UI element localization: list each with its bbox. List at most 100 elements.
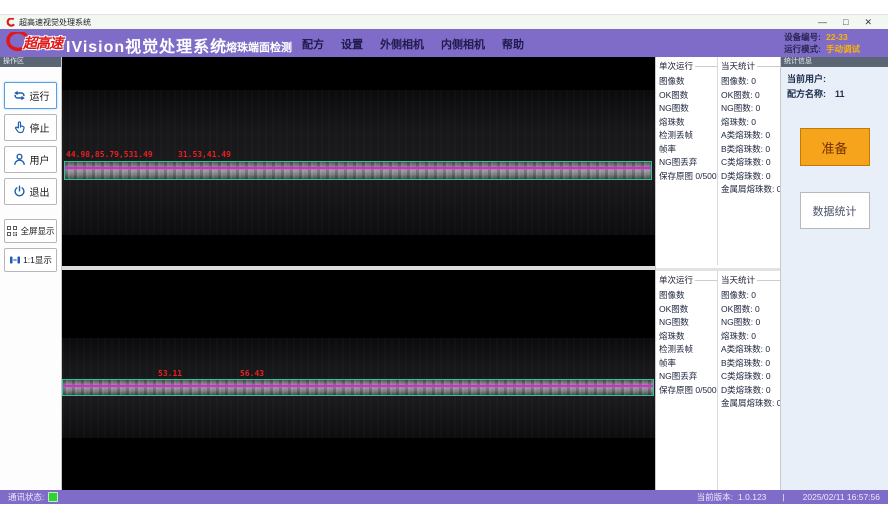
- exit-button-label: 退出: [30, 184, 50, 199]
- scanline-overlay: [65, 167, 651, 169]
- one-to-one-button-label: 1:1显示: [23, 254, 52, 266]
- stat-row: C类熔珠数: 0: [721, 370, 780, 384]
- version-value: 1.0.123: [738, 492, 766, 502]
- stats-group-top: 单次运行 图像数OK图数NG图数熔珠数检测丢帧帧率NG图丢弃保存原图 0/500…: [656, 57, 781, 265]
- window-title: 超高速视觉处理系统: [19, 17, 91, 28]
- run-mode-value: 手动调试: [826, 43, 880, 55]
- stat-row: NG图丢弃: [659, 370, 717, 384]
- status-bar-right: 当前版本: 1.0.123 | 2025/02/11 16:57:56: [697, 491, 880, 503]
- stat-row: NG图数: [659, 102, 717, 116]
- fullscreen-button[interactable]: 全屏显示: [4, 219, 57, 243]
- stat-row: 金属屑熔珠数: 0: [721, 397, 780, 411]
- stat-row: 图像数: 0: [721, 75, 780, 89]
- menu-recipe[interactable]: 配方: [302, 36, 324, 52]
- recipe-row: 配方名称: 11: [787, 87, 882, 102]
- single-run-panel: 单次运行 图像数OK图数NG图数熔珠数检测丢帧帧率NG图丢弃保存原图 0/500: [656, 271, 718, 493]
- stat-row: 熔珠数: 0: [721, 116, 780, 130]
- fullscreen-button-label: 全屏显示: [20, 225, 54, 237]
- stat-row: 图像数: [659, 289, 717, 303]
- daily-stats-panel: 当天统计 图像数: 0OK图数: 0NG图数: 0熔珠数: 0A类熔珠数: 0B…: [718, 57, 780, 265]
- stop-button[interactable]: 停止: [4, 114, 57, 141]
- stat-row: 熔珠数: [659, 330, 717, 344]
- close-button[interactable]: ✕: [864, 16, 872, 29]
- camera-view-top: 44.98,85.79,531.49 31.53,41.49: [62, 57, 655, 266]
- measurement-annotation: 31.53,41.49: [178, 150, 231, 159]
- info-panel-title: 统计信息: [781, 57, 888, 67]
- app-icon: [6, 18, 15, 27]
- stat-row: OK图数: 0: [721, 303, 780, 317]
- detection-overlay-bottom: 53.11 56.43: [62, 367, 654, 397]
- prepare-button[interactable]: 准备: [800, 128, 870, 166]
- logo-text: 超高速: [23, 33, 62, 53]
- version-label: 当前版本:: [697, 491, 733, 503]
- single-run-title: 单次运行: [659, 60, 717, 72]
- minimize-button[interactable]: —: [818, 16, 827, 29]
- maximize-button[interactable]: □: [843, 16, 848, 29]
- scanline-overlay: [63, 385, 653, 387]
- window-controls: — □ ✕: [818, 16, 872, 29]
- stat-row: B类熔珠数: 0: [721, 143, 780, 157]
- measurement-annotation: 56.43: [240, 369, 264, 378]
- comm-status-indicator: [48, 492, 58, 502]
- stat-row: NG图数: 0: [721, 316, 780, 330]
- stat-row: NG图丢弃: [659, 156, 717, 170]
- device-info: 设备编号: 22-33 运行模式: 手动调试: [784, 31, 880, 55]
- stat-row: A类熔珠数: 0: [721, 129, 780, 143]
- stat-row: 检测丢帧: [659, 343, 717, 357]
- device-number-label: 设备编号:: [784, 31, 821, 43]
- stat-row: 保存原图 0/500: [659, 384, 717, 398]
- user-button[interactable]: 用户: [4, 146, 57, 173]
- operation-sidebar: 操作区 运行: [0, 57, 62, 490]
- menu-inner-camera[interactable]: 内侧相机: [441, 36, 485, 52]
- stop-hand-icon: [12, 120, 27, 135]
- main-area: 操作区 运行: [0, 57, 888, 490]
- menu-help[interactable]: 帮助: [502, 36, 524, 52]
- fullscreen-qr-icon: [6, 225, 18, 237]
- application-window: 超高速视觉处理系统 — □ ✕ 超高速 IVision视觉处理系统 熔珠端面检测…: [0, 0, 888, 522]
- device-number-value: 22-33: [826, 31, 880, 43]
- menu-bar: 配方 设置 外侧相机 内侧相机 帮助: [302, 36, 524, 52]
- run-button[interactable]: 运行: [4, 82, 57, 109]
- stat-row: A类熔珠数: 0: [721, 343, 780, 357]
- recipe-name-label: 配方名称:: [787, 89, 826, 99]
- stat-row: 帧率: [659, 357, 717, 371]
- exit-button[interactable]: 退出: [4, 178, 57, 205]
- run-button-label: 运行: [30, 88, 50, 103]
- stat-row: 图像数: 0: [721, 289, 780, 303]
- app-subtitle: 熔珠端面检测: [226, 39, 292, 55]
- app-title: IVision视觉处理系统: [66, 33, 227, 57]
- menu-settings[interactable]: 设置: [341, 36, 363, 52]
- daily-stats-panel: 当天统计 图像数: 0OK图数: 0NG图数: 0熔珠数: 0A类熔珠数: 0B…: [718, 271, 780, 493]
- power-icon: [12, 184, 27, 199]
- stat-row: 图像数: [659, 75, 717, 89]
- single-run-rows: 图像数OK图数NG图数熔珠数检测丢帧帧率NG图丢弃保存原图 0/500: [659, 289, 717, 397]
- stats-group-bottom: 单次运行 图像数OK图数NG图数熔珠数检测丢帧帧率NG图丢弃保存原图 0/500…: [656, 268, 781, 493]
- info-panel-body: 当前用户: 配方名称: 11 准备 数据统计: [781, 67, 888, 234]
- data-statistics-button[interactable]: 数据统计: [800, 192, 870, 229]
- current-user-label: 当前用户:: [787, 72, 882, 87]
- window-titlebar: 超高速视觉处理系统 — □ ✕: [0, 14, 888, 29]
- sidebar-title: 操作区: [0, 57, 61, 67]
- stop-button-label: 停止: [30, 120, 50, 135]
- stat-row: 熔珠数: 0: [721, 330, 780, 344]
- stat-row: 保存原图 0/500: [659, 170, 717, 184]
- info-panel: 统计信息 当前用户: 配方名称: 11 准备 数据统计: [780, 57, 888, 490]
- daily-stats-rows: 图像数: 0OK图数: 0NG图数: 0熔珠数: 0A类熔珠数: 0B类熔珠数:…: [721, 75, 780, 197]
- menu-outer-camera[interactable]: 外侧相机: [380, 36, 424, 52]
- recipe-name-value: 11: [835, 89, 845, 99]
- one-to-one-icon: [9, 254, 21, 266]
- user-icon: [12, 152, 27, 167]
- run-icon: [12, 88, 27, 103]
- stat-row: OK图数: [659, 89, 717, 103]
- single-run-rows: 图像数OK图数NG图数熔珠数检测丢帧帧率NG图丢弃保存原图 0/500: [659, 75, 717, 183]
- stat-row: NG图数: 0: [721, 102, 780, 116]
- single-run-panel: 单次运行 图像数OK图数NG图数熔珠数检测丢帧帧率NG图丢弃保存原图 0/500: [656, 57, 718, 265]
- daily-stats-rows: 图像数: 0OK图数: 0NG图数: 0熔珠数: 0A类熔珠数: 0B类熔珠数:…: [721, 289, 780, 411]
- datetime-value: 2025/02/11 16:57:56: [803, 492, 880, 502]
- daily-stats-title: 当天统计: [721, 274, 780, 286]
- stat-row: 金属屑熔珠数: 0: [721, 183, 780, 197]
- stat-row: 帧率: [659, 143, 717, 157]
- one-to-one-button[interactable]: 1:1显示: [4, 248, 57, 272]
- brand-logo: 超高速: [5, 32, 62, 54]
- sidebar-body: 运行 停止: [0, 67, 61, 272]
